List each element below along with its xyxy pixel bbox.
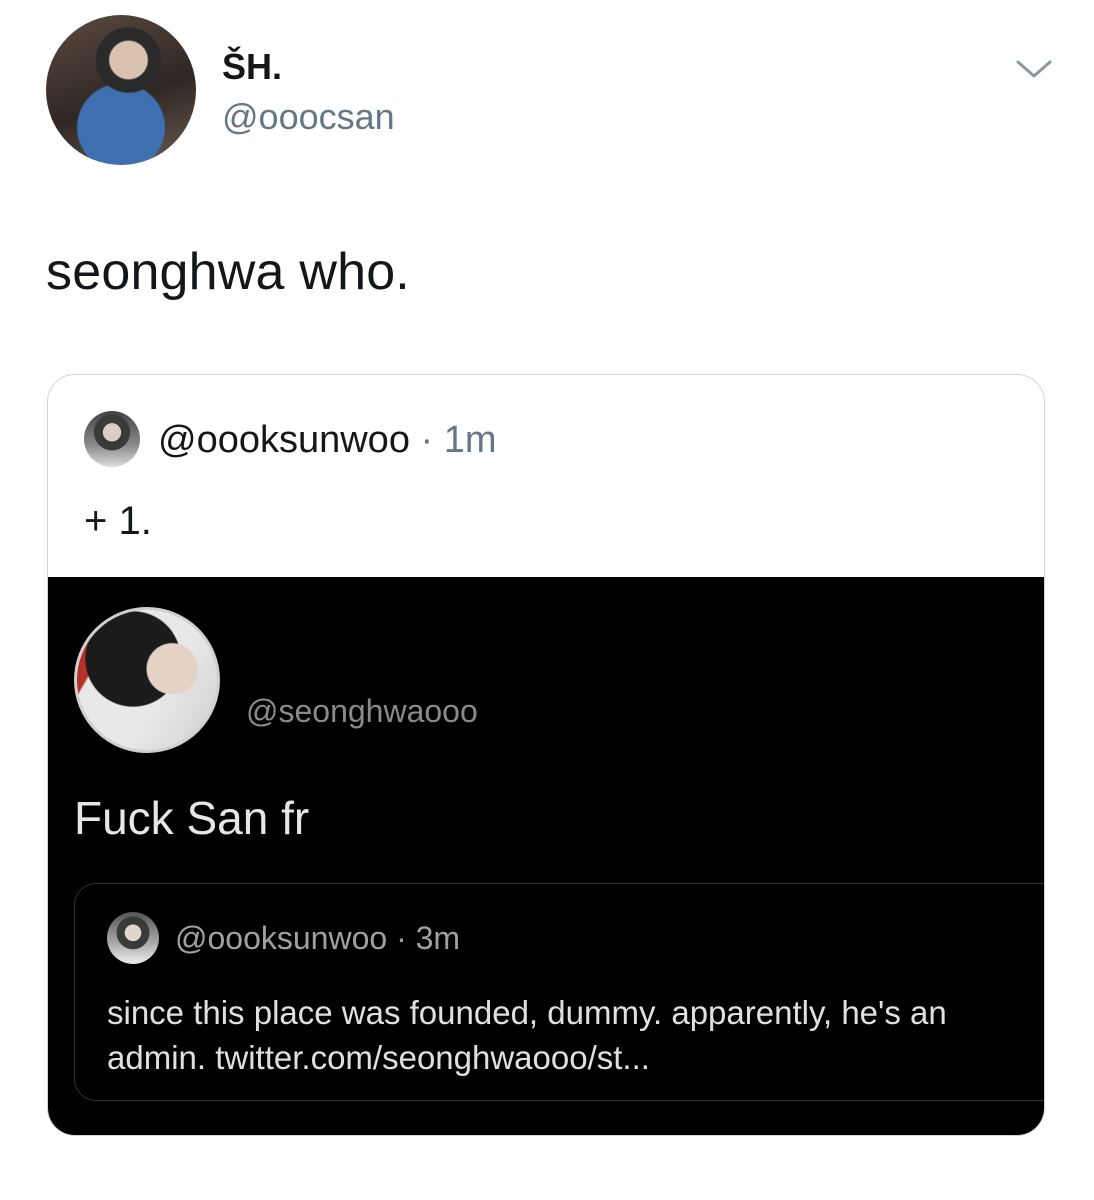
author-handle[interactable]: @ooocsan bbox=[222, 96, 395, 138]
quoted-author-avatar bbox=[84, 411, 140, 467]
nested-text-line-1: since this place was founded, dummy. app… bbox=[107, 994, 947, 1031]
screenshot-handle: @seonghwaooo bbox=[246, 693, 478, 729]
screenshot-text: Fuck San fr bbox=[74, 792, 310, 844]
quoted-author-handle: @oooksunwoo bbox=[158, 419, 410, 461]
author-display-name[interactable]: ŠH. bbox=[222, 46, 282, 88]
nested-separator-dot: · bbox=[396, 920, 407, 956]
nested-text: since this place was founded, dummy. app… bbox=[107, 990, 1007, 1080]
quoted-tweet-header: @oooksunwoo · 1m bbox=[158, 419, 497, 462]
nested-text-line-2: admin. twitter.com/seonghwaooo/st... bbox=[107, 1039, 650, 1076]
quoted-tweet-card[interactable]: @oooksunwoo · 1m + 1. @seonghwaooo Fuck … bbox=[47, 374, 1045, 1136]
quoted-timestamp: 1m bbox=[443, 419, 497, 461]
author-avatar[interactable] bbox=[46, 15, 196, 165]
nested-quote-card: @oooksunwoo · 3m since this place was fo… bbox=[74, 883, 1044, 1101]
screenshot-avatar bbox=[74, 607, 220, 753]
nested-handle: @oooksunwoo bbox=[175, 920, 388, 956]
nested-header: @oooksunwoo · 3m bbox=[175, 920, 460, 957]
tweet-text: seonghwa who. bbox=[46, 243, 410, 301]
nested-timestamp: 3m bbox=[415, 920, 461, 956]
quoted-tweet-text: + 1. bbox=[84, 499, 152, 543]
quoted-screenshot-image[interactable]: @seonghwaooo Fuck San fr @oooksunwoo · 3… bbox=[48, 577, 1044, 1135]
separator-dot: · bbox=[420, 419, 434, 461]
nested-avatar bbox=[107, 912, 159, 964]
chevron-down-icon[interactable] bbox=[1014, 54, 1054, 84]
